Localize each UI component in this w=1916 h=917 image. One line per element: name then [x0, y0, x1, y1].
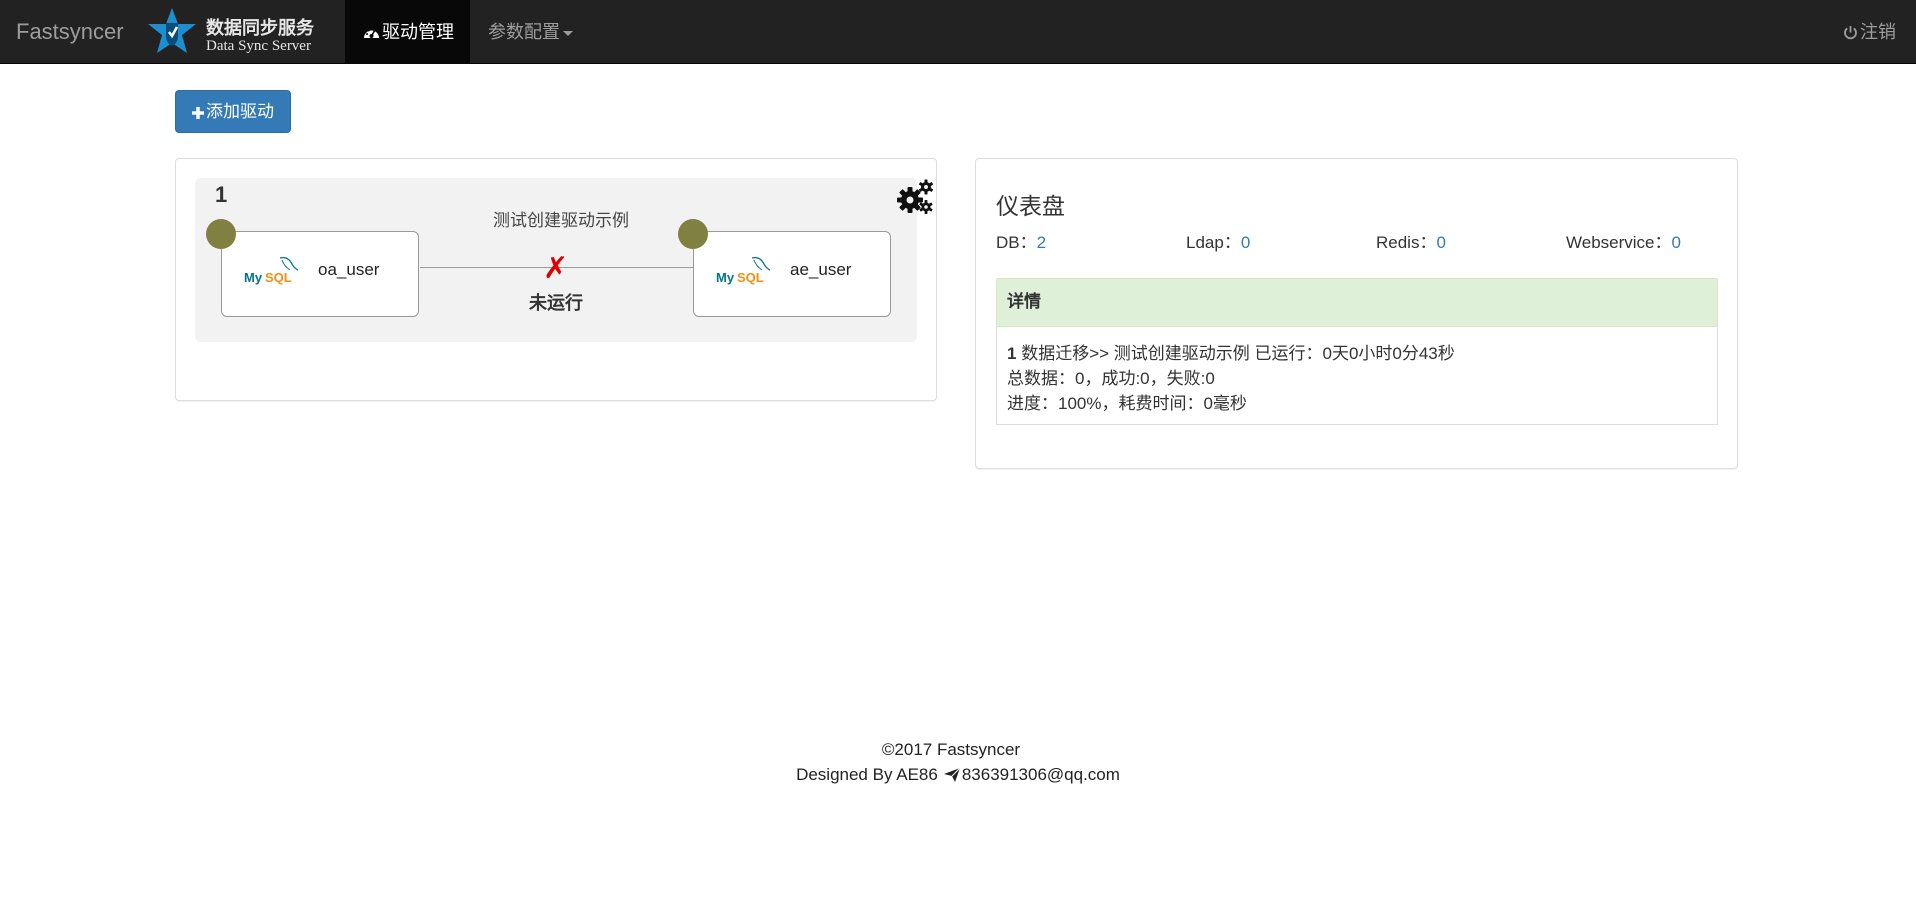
star-shield-logo-icon	[148, 8, 196, 53]
driver-card[interactable]: 1 测试创建驱动示例 My SQL oa_user My SQL ae_user…	[195, 178, 934, 342]
footer-copyright: ©2017 Fastsyncer	[881, 740, 1021, 759]
plus-icon	[192, 107, 204, 119]
logo: 数据同步服务 Data Sync Server	[144, 6, 320, 58]
nav-param-config-label: 参数配置	[488, 22, 560, 42]
stat-ldap-label: Ldap：	[1186, 233, 1241, 252]
brand-link[interactable]: Fastsyncer	[16, 0, 124, 64]
stat-redis-label: Redis：	[1376, 233, 1437, 252]
logo-title-cn: 数据同步服务	[206, 18, 314, 39]
caret-down-icon	[563, 30, 573, 36]
footer-designed-by: Designed By AE86	[796, 765, 938, 784]
detail-panel: 详情 1 数据迁移>> 测试创建驱动示例 已运行：0天0小时0分43秒 总数据：…	[996, 278, 1718, 425]
driver-list-panel: 1 测试创建驱动示例 My SQL oa_user My SQL ae_user…	[175, 158, 937, 401]
driver-status-text: 未运行	[529, 293, 583, 313]
dashboard-icon	[364, 28, 379, 38]
nav-driver-management[interactable]: 驱动管理	[345, 0, 470, 64]
stat-redis: Redis：0	[1376, 228, 1446, 253]
add-driver-button[interactable]: 添加驱动	[175, 90, 291, 133]
logout-label: 注销	[1860, 22, 1896, 42]
svg-text:My: My	[244, 270, 263, 285]
dashboard-title: 仪表盘	[996, 193, 1065, 219]
target-endpoint-dot	[678, 219, 708, 249]
driver-id: 1	[215, 182, 228, 207]
stat-db-value[interactable]: 2	[1037, 233, 1046, 252]
driver-name: 测试创建驱动示例	[493, 211, 629, 230]
stat-ldap-value[interactable]: 0	[1241, 233, 1250, 252]
logo-title-en: Data Sync Server	[206, 38, 311, 54]
detail-data-counts: 总数据：0，成功:0，失败:0	[1007, 369, 1215, 388]
stat-webservice-label: Webservice：	[1566, 233, 1672, 252]
stat-webservice-value[interactable]: 0	[1672, 233, 1681, 252]
power-icon	[1844, 26, 1857, 40]
stat-ldap: Ldap：0	[1186, 228, 1250, 253]
logout-link[interactable]: 注销	[1825, 0, 1916, 64]
datasource-stats: DB：2 Ldap：0 Redis：0 Webservice：0	[996, 228, 1726, 252]
send-icon	[943, 768, 960, 782]
source-node[interactable]: My SQL oa_user	[206, 219, 419, 317]
stat-db-label: DB：	[996, 233, 1037, 252]
detail-run-text: 数据迁移>> 测试创建驱动示例 已运行：0天0小时0分43秒	[1016, 344, 1455, 363]
svg-text:SQL: SQL	[265, 270, 292, 285]
status-x-icon: ✗	[543, 251, 569, 286]
stat-redis-value[interactable]: 0	[1436, 233, 1445, 252]
detail-run-info: 1 数据迁移>> 测试创建驱动示例 已运行：0天0小时0分43秒	[1007, 339, 1455, 364]
mysql-logo-icon: My SQL	[716, 256, 771, 285]
detail-header: 详情	[997, 279, 1717, 327]
target-table-label: ae_user	[790, 260, 852, 279]
source-table-label: oa_user	[318, 260, 380, 279]
svg-text:SQL: SQL	[737, 270, 764, 285]
detail-progress: 进度：100%，耗费时间：0毫秒	[1007, 394, 1247, 413]
nav-param-config-dropdown[interactable]: 参数配置	[470, 0, 591, 64]
stat-webservice: Webservice：0	[1566, 228, 1681, 253]
target-node[interactable]: My SQL ae_user	[678, 219, 891, 317]
add-driver-label: 添加驱动	[206, 102, 274, 121]
nav-driver-management-label: 驱动管理	[382, 22, 454, 42]
stat-db: DB：2	[996, 228, 1046, 253]
footer-email[interactable]: 836391306@qq.com	[962, 765, 1120, 784]
footer-credits: Designed By AE86 836391306@qq.com	[0, 765, 1916, 785]
dashboard-panel: 仪表盘 DB：2 Ldap：0 Redis：0 Webservice：0 详情 …	[975, 158, 1738, 469]
source-endpoint-dot	[206, 219, 236, 249]
svg-text:My: My	[716, 270, 735, 285]
top-navbar: Fastsyncer 数据同步服务 Data Sync Server 驱动管理 …	[0, 0, 1916, 64]
mysql-logo-icon: My SQL	[244, 256, 299, 285]
